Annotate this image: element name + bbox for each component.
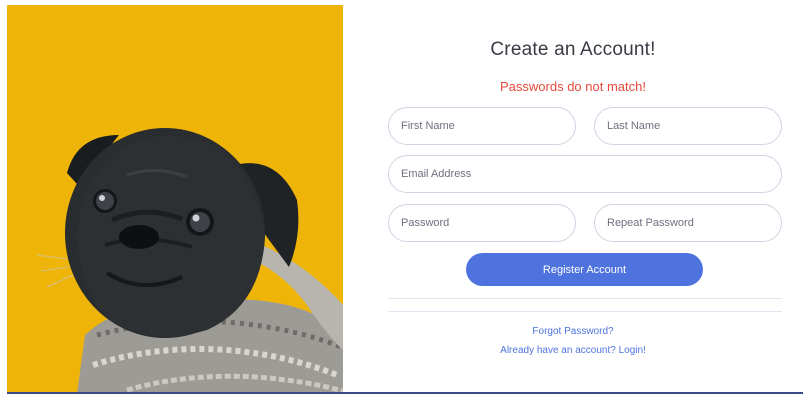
last-name-field[interactable] <box>594 107 782 145</box>
register-card: Create an Account! Passwords do not matc… <box>7 5 803 394</box>
register-image <box>7 5 343 392</box>
password-field[interactable] <box>388 204 576 242</box>
divider <box>388 298 782 299</box>
pug-illustration <box>7 5 343 392</box>
email-field[interactable] <box>388 155 782 193</box>
page-title: Create an Account! <box>490 39 656 60</box>
first-name-field[interactable] <box>388 107 576 145</box>
register-form: Create an Account! Passwords do not matc… <box>343 5 803 392</box>
login-link[interactable]: Already have an account? Login! <box>343 345 803 356</box>
divider <box>388 311 782 312</box>
error-message: Passwords do not match! <box>500 79 646 94</box>
repeat-password-field[interactable] <box>594 204 782 242</box>
forgot-password-link[interactable]: Forgot Password? <box>343 326 803 337</box>
register-account-button[interactable]: Register Account <box>466 253 703 286</box>
